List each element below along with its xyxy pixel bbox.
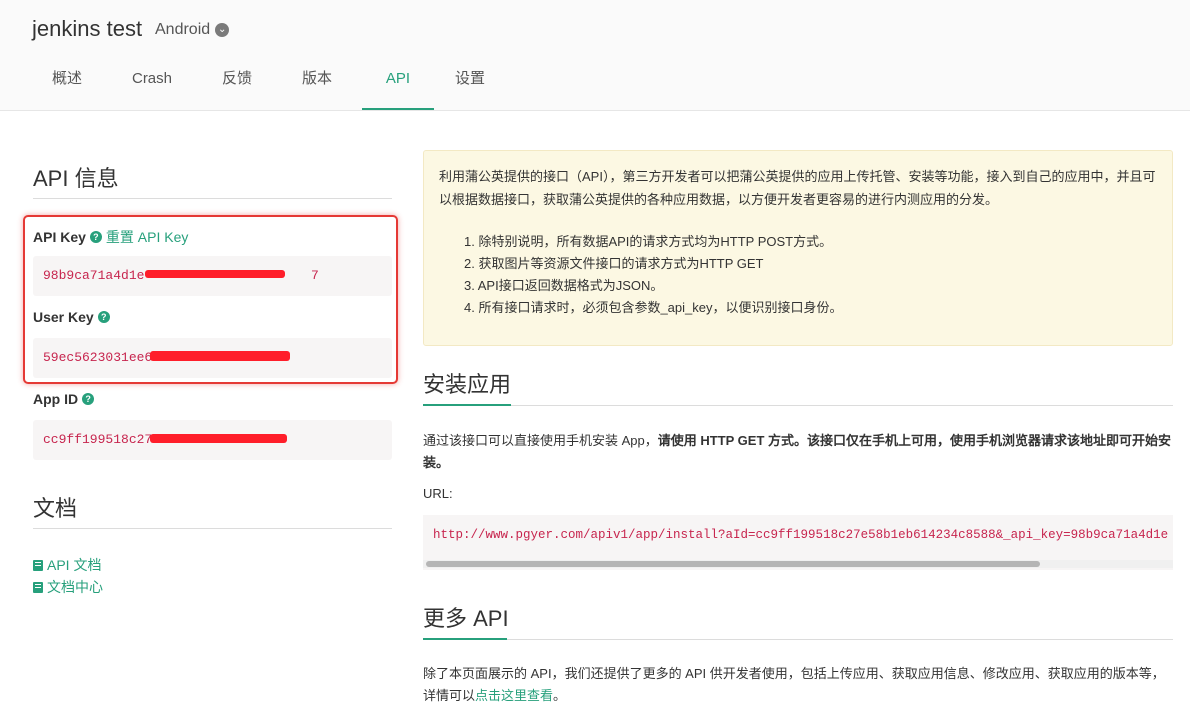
api-docs-label: API 文档 <box>47 557 102 573</box>
app-platform: Android ⌄ <box>155 21 230 39</box>
list-item: 2. 获取图片等资源文件接口的请求方式为HTTP GET <box>464 256 764 271</box>
scrollbar-thumb[interactable] <box>426 561 1040 567</box>
install-desc-normal: 通过该接口可以直接使用手机安装 App， <box>423 433 658 448</box>
api-info-title: API 信息 <box>33 166 119 191</box>
book-icon <box>33 559 43 571</box>
tab-overview[interactable]: 概述 <box>28 58 106 108</box>
tab-feedback[interactable]: 反馈 <box>206 58 268 108</box>
app-id-label-row: App ID ? <box>33 391 95 407</box>
api-info-divider <box>33 198 392 199</box>
chevron-down-icon[interactable]: ⌄ <box>215 23 230 37</box>
app-header: jenkins test Android ⌄ 概述 Crash 反馈 版本 AP… <box>0 0 1190 111</box>
list-item: 4. 所有接口请求时，必须包含参数_api_key，以便识别接口身份。 <box>464 300 843 315</box>
more-api-description: 除了本页面展示的 API，我们还提供了更多的 API 供开发者使用，包括上传应用… <box>423 663 1173 707</box>
tab-crash[interactable]: Crash <box>118 58 186 108</box>
docs-divider <box>33 528 392 529</box>
horizontal-scrollbar[interactable] <box>423 560 1173 568</box>
docs-title: 文档 <box>33 496 78 521</box>
book-icon <box>33 581 43 593</box>
notice-intro: 利用蒲公英提供的接口（API），第三方开发者可以把蒲公英提供的应用上传托管、安装… <box>439 169 1156 207</box>
docs-center-link[interactable]: 文档中心 <box>33 577 103 597</box>
view-more-link[interactable]: 点击这里查看 <box>475 688 553 703</box>
list-item: 3. API接口返回数据格式为JSON。 <box>464 278 664 293</box>
install-url: http://www.pgyer.com/apiv1/app/install?a… <box>433 528 1169 542</box>
help-icon[interactable]: ? <box>82 393 95 405</box>
notice-list: 1. 除特别说明，所有数据API的请求方式均为HTTP POST方式。 2. 获… <box>464 231 843 319</box>
tab-settings[interactable]: 设置 <box>442 58 498 108</box>
api-docs-link[interactable]: API 文档 <box>33 555 101 575</box>
tab-api[interactable]: API <box>362 58 434 110</box>
docs-center-label: 文档中心 <box>47 579 103 595</box>
more-api-title: 更多 API <box>423 606 509 631</box>
install-url-box[interactable]: http://www.pgyer.com/apiv1/app/install?a… <box>423 515 1173 570</box>
more-api-suffix: 。 <box>553 688 567 703</box>
more-api-divider <box>423 638 1173 640</box>
app-name: jenkins test <box>32 16 143 41</box>
app-id-value: cc9ff199518c27e <box>43 432 161 447</box>
app-id-label: App ID <box>33 391 79 407</box>
platform-label: Android <box>155 21 211 38</box>
url-label: URL: <box>423 486 453 501</box>
tab-versions[interactable]: 版本 <box>286 58 348 108</box>
app-id-redaction <box>150 434 287 443</box>
install-title: 安装应用 <box>423 372 512 397</box>
highlight-box <box>23 215 398 384</box>
api-notice: 利用蒲公英提供的接口（API），第三方开发者可以把蒲公英提供的应用上传托管、安装… <box>423 150 1173 346</box>
install-divider <box>423 404 1173 406</box>
list-item: 1. 除特别说明，所有数据API的请求方式均为HTTP POST方式。 <box>464 234 833 249</box>
install-description: 通过该接口可以直接使用手机安装 App，请使用 HTTP GET 方式。该接口仅… <box>423 430 1173 474</box>
